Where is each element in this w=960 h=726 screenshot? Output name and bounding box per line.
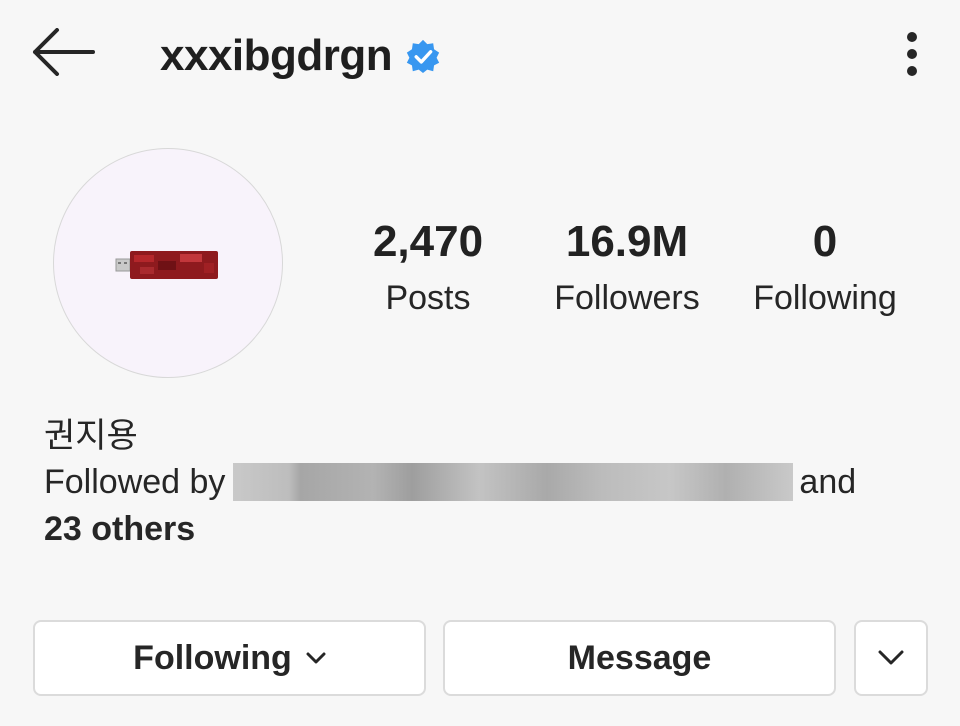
chevron-down-icon bbox=[306, 652, 326, 664]
following-count: 0 bbox=[812, 217, 838, 266]
username: xxxibgdrgn bbox=[160, 31, 393, 80]
profile-screen: xxxibgdrgn 2,470 Posts 16.9M Followers 0… bbox=[0, 0, 960, 726]
chevron-down-icon bbox=[878, 650, 904, 665]
following-button[interactable]: Following bbox=[33, 620, 426, 696]
more-vertical-icon bbox=[907, 32, 917, 76]
followed-by-others-link[interactable]: 23 others bbox=[44, 510, 195, 549]
followed-by-line: Followed by and bbox=[44, 460, 856, 504]
following-button-label: Following bbox=[133, 638, 292, 677]
avatar[interactable] bbox=[53, 148, 283, 378]
followed-by-usernames-blurred[interactable] bbox=[233, 463, 794, 501]
stat-following[interactable]: 0 Following bbox=[735, 214, 915, 326]
message-button[interactable]: Message bbox=[443, 620, 836, 696]
verified-badge-icon bbox=[407, 39, 440, 73]
posts-label: Posts bbox=[385, 279, 471, 317]
following-label: Following bbox=[753, 279, 897, 317]
message-button-label: Message bbox=[567, 638, 712, 677]
back-button[interactable] bbox=[24, 20, 104, 84]
followed-by-conjunction: and bbox=[799, 463, 857, 501]
posts-count: 2,470 bbox=[372, 217, 484, 266]
followers-count: 16.9M bbox=[565, 217, 689, 266]
stat-posts[interactable]: 2,470 Posts bbox=[338, 214, 518, 326]
followers-label: Followers bbox=[554, 279, 700, 317]
stat-followers[interactable]: 16.9M Followers bbox=[537, 214, 717, 326]
followed-by-prefix: Followed by bbox=[44, 463, 226, 501]
usb-drive-image bbox=[115, 251, 218, 279]
more-options-button[interactable] bbox=[890, 26, 934, 82]
suggested-dropdown-button[interactable] bbox=[854, 620, 928, 696]
arrow-left-icon bbox=[33, 28, 95, 76]
bio-full-name: 권지용 bbox=[44, 417, 138, 455]
profile-title: xxxibgdrgn bbox=[160, 28, 440, 84]
